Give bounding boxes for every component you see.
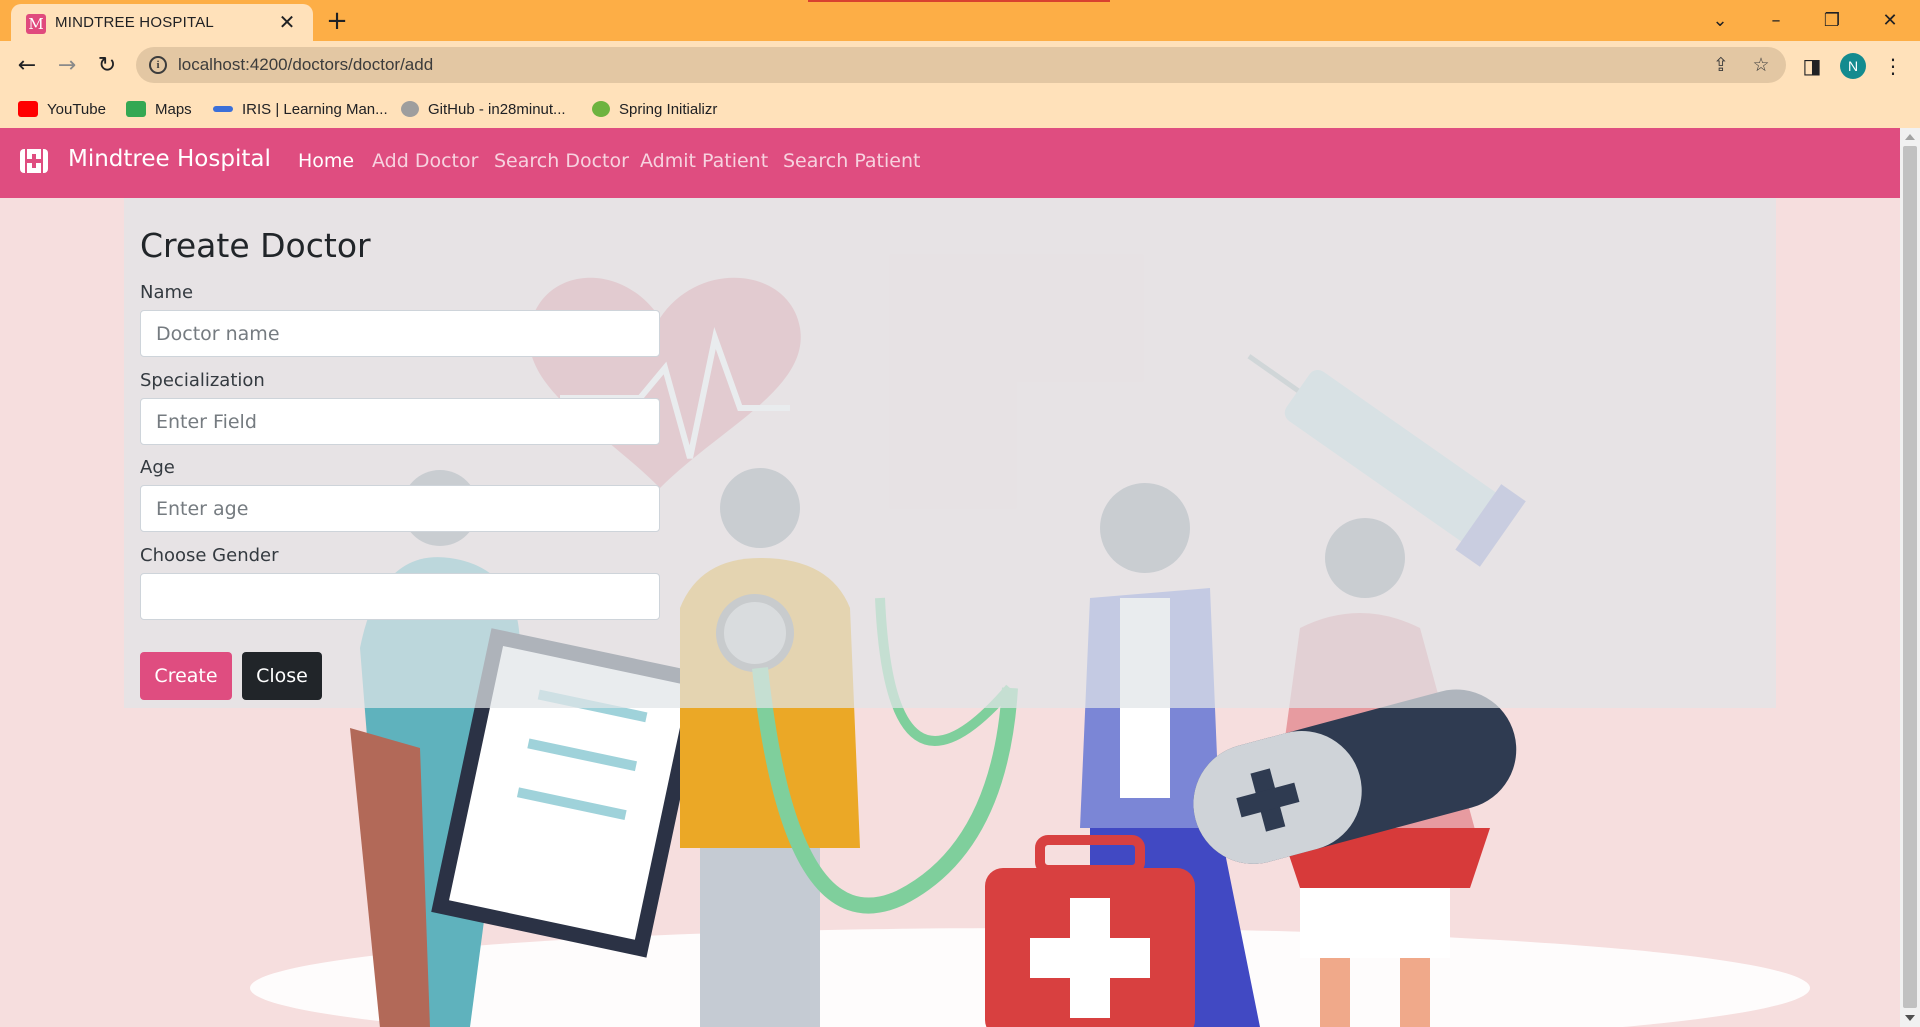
create-button[interactable]: Create — [140, 652, 232, 700]
tab-strip-accent — [808, 0, 1110, 2]
bookmark-star-icon[interactable]: ☆ — [1748, 52, 1774, 78]
back-arrow-icon[interactable]: ← — [10, 49, 44, 83]
bookmark-iris[interactable]: IRIS | Learning Man... — [213, 97, 388, 121]
github-icon — [401, 101, 419, 117]
tab-title: MINDTREE HOSPITAL — [55, 14, 214, 31]
browser-tab-active[interactable]: M MINDTREE HOSPITAL ✕ — [11, 4, 313, 41]
share-icon[interactable]: ⇪ — [1708, 52, 1734, 78]
close-tab-icon[interactable]: ✕ — [275, 10, 299, 34]
iris-icon — [213, 106, 233, 112]
youtube-icon — [18, 101, 38, 117]
page-title: Create Doctor — [140, 226, 371, 265]
name-label: Name — [140, 282, 194, 303]
bookmark-label: Spring Initializr — [619, 100, 718, 118]
forward-arrow-icon[interactable]: → — [50, 49, 84, 83]
reload-icon[interactable]: ↻ — [90, 49, 124, 83]
bookmark-spring[interactable]: Spring Initializr — [592, 97, 717, 121]
create-doctor-panel: Create Doctor Name Specialization Age Ch… — [124, 198, 1776, 708]
age-input[interactable] — [140, 485, 660, 532]
window-close-icon[interactable]: ✕ — [1862, 0, 1918, 41]
specialization-input[interactable] — [140, 398, 660, 445]
browser-tab-strip: M MINDTREE HOSPITAL ✕ + ⌄ – ❐ ✕ — [0, 0, 1920, 41]
app-navbar: Mindtree Hospital Home Add Doctor Search… — [0, 128, 1900, 198]
nav-home[interactable]: Home — [298, 150, 354, 172]
bookmark-label: IRIS | Learning Man... — [242, 100, 388, 118]
site-info-icon[interactable]: i — [149, 56, 167, 74]
tab-search-chevron-icon[interactable]: ⌄ — [1692, 0, 1748, 41]
scroll-down-icon[interactable] — [1905, 1015, 1915, 1021]
nav-add-doctor[interactable]: Add Doctor — [372, 150, 478, 172]
url-text[interactable]: localhost:4200/doctors/doctor/add — [178, 55, 433, 75]
doctor-name-input[interactable] — [140, 310, 660, 357]
side-panel-icon[interactable]: ◨ — [1797, 51, 1827, 81]
bookmark-youtube[interactable]: YouTube — [18, 97, 106, 121]
medkit-icon — [20, 149, 48, 173]
restore-icon[interactable]: ❐ — [1804, 0, 1860, 41]
gender-select[interactable] — [140, 573, 660, 620]
bookmark-label: GitHub - in28minut... — [428, 100, 566, 118]
minimize-icon[interactable]: – — [1748, 0, 1804, 41]
new-tab-icon[interactable]: + — [322, 6, 352, 36]
bookmark-label: Maps — [155, 100, 192, 118]
brand-title[interactable]: Mindtree Hospital — [68, 146, 271, 172]
bookmark-label: YouTube — [47, 100, 106, 118]
close-button[interactable]: Close — [242, 652, 322, 700]
nav-search-doctor[interactable]: Search Doctor — [494, 150, 629, 172]
nav-search-patient[interactable]: Search Patient — [783, 150, 920, 172]
favicon-icon: M — [26, 14, 46, 34]
age-label: Age — [140, 457, 175, 478]
page-scrollbar[interactable] — [1900, 128, 1920, 1027]
menu-kebab-icon[interactable]: ⋮ — [1878, 51, 1908, 81]
scroll-up-icon[interactable] — [1905, 134, 1915, 140]
specialization-label: Specialization — [140, 370, 265, 391]
nav-admit-patient[interactable]: Admit Patient — [640, 150, 768, 172]
browser-toolbar: ← → ↻ i localhost:4200/doctors/doctor/ad… — [0, 41, 1920, 89]
bookmark-github[interactable]: GitHub - in28minut... — [401, 97, 566, 121]
profile-avatar[interactable]: N — [1840, 53, 1866, 79]
page-viewport: Mindtree Hospital Home Add Doctor Search… — [0, 128, 1900, 1027]
address-bar[interactable]: i localhost:4200/doctors/doctor/add ⇪ ☆ — [136, 47, 1786, 83]
spring-icon — [592, 101, 610, 117]
gender-label: Choose Gender — [140, 545, 279, 566]
bookmarks-bar: YouTube Maps IRIS | Learning Man... GitH… — [0, 89, 1920, 128]
scrollbar-thumb[interactable] — [1903, 146, 1917, 1008]
bookmark-maps[interactable]: Maps — [126, 97, 192, 121]
maps-icon — [126, 101, 146, 117]
